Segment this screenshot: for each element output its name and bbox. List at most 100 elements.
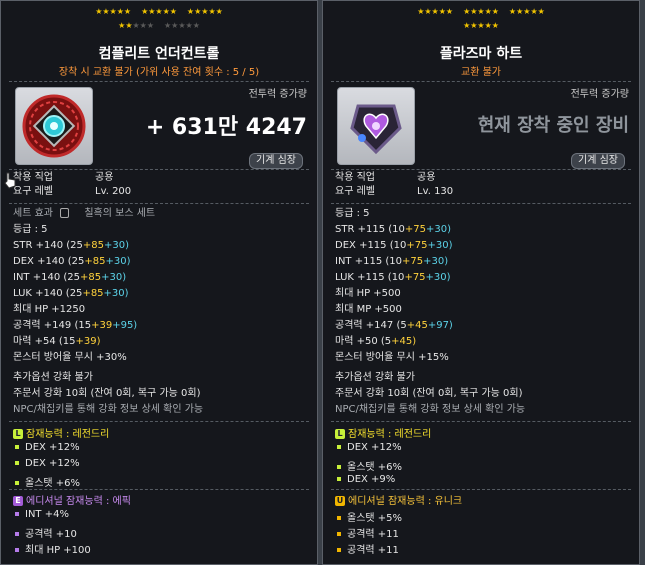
star-icon: ★: [438, 7, 446, 16]
additional-line: 공격력 +11: [337, 541, 399, 556]
ignore-defense-row: 몬스터 방어율 무시 +30%: [13, 352, 127, 363]
star-icon: ★: [162, 7, 170, 16]
star-icon: ★: [185, 21, 193, 30]
unique-badge-icon: U: [335, 496, 345, 506]
potential-title: L 잠재능력 : 레전드리: [13, 425, 109, 440]
item-icon: [15, 87, 93, 165]
level-label: 요구 레벨: [13, 186, 53, 197]
trade-restriction: 교환 불가: [461, 67, 501, 78]
star-icon: ★: [109, 7, 117, 16]
star-icon: ★: [431, 7, 439, 16]
star-icon: ★: [116, 7, 124, 16]
divider: [9, 81, 309, 82]
star-icon: ★: [477, 21, 485, 30]
additional-line: 공격력 +10: [15, 525, 77, 540]
grade-row: 등급 : 5: [335, 208, 370, 219]
star-icon: ★: [132, 21, 140, 30]
star-icon: ★: [530, 7, 538, 16]
ignore-defense-row: 몬스터 방어율 무시 +15%: [335, 352, 449, 363]
additional-potential-title: E 에디셔널 잠재능력 : 에픽: [13, 492, 131, 507]
star-icon: ★: [102, 7, 110, 16]
additional-line: 올스탯 +5%: [337, 509, 402, 524]
divider: [9, 169, 309, 170]
extra-option-row: 추가옵션 강화 불가: [335, 372, 415, 383]
additional-line: 공격력 +11: [337, 525, 399, 540]
divider: [9, 203, 309, 204]
magic-row: 마력 +50 (5+45): [335, 336, 417, 347]
level-row: 요구 레벨 Lv. 130: [335, 186, 454, 197]
star-icon: ★: [491, 21, 499, 30]
grade-row: 등급 : 5: [13, 224, 48, 235]
mechanical-heart-badge: 기계 심장: [571, 153, 625, 169]
potential-line: DEX +9%: [337, 474, 395, 485]
potential-line: DEX +12%: [15, 442, 80, 453]
star-icon: ★: [215, 7, 223, 16]
extra-option-row: 추가옵션 강화 불가: [13, 372, 93, 383]
additional-line: 최대 HP +100: [15, 541, 91, 556]
maxmp-row: 최대 MP +500: [335, 304, 402, 315]
star-icon: ★: [192, 21, 200, 30]
star-icon: ★: [155, 7, 163, 16]
star-force-stars: ★★★★★ ★★★★★ ★★★★★ ★★★★★ ★★★★★: [1, 7, 317, 31]
potential-line: DEX +12%: [337, 442, 402, 453]
star-icon: ★: [139, 21, 147, 30]
additional-potential-title: U 에디셔널 잠재능력 : 유니크: [335, 496, 463, 507]
divider: [331, 203, 631, 204]
stat-row-int: INT +115 (10+75+30): [335, 256, 449, 267]
npc-hint-row: NPC/채집키를 통해 강화 정보 상세 확인 가능: [13, 404, 204, 415]
potential-line: 올스탯 +6%: [15, 474, 80, 489]
star-icon: ★: [208, 7, 216, 16]
stat-row-str: STR +140 (25+85+30): [13, 240, 130, 251]
maxhp-row: 최대 HP +500: [335, 288, 401, 299]
job-label: 착용 직업: [13, 172, 53, 183]
hand-cursor-icon: [4, 172, 16, 189]
level-value: Lv. 200: [95, 186, 132, 197]
star-icon: ★: [169, 7, 177, 16]
lock-icon: [60, 208, 70, 218]
job-row: 착용 직업 공용: [335, 172, 436, 183]
attack-row: 공격력 +149 (15+39+95): [13, 320, 138, 331]
set-effect-label: 세트 효과: [13, 208, 53, 219]
stat-row-int: INT +140 (25+85+30): [13, 272, 127, 283]
divider: [9, 421, 309, 422]
mechanical-heart-badge: 기계 심장: [249, 153, 303, 169]
star-icon: ★: [537, 7, 545, 16]
divider: [331, 169, 631, 170]
stat-row-luk: LUK +140 (25+85+30): [13, 288, 129, 299]
stat-row-dex: DEX +140 (25+85+30): [13, 256, 131, 267]
legendary-badge-icon: L: [335, 429, 345, 439]
item-name: 컴플리트 언더컨트롤: [98, 46, 220, 62]
item-tooltip-left: ★★★★★ ★★★★★ ★★★★★ ★★★★★ ★★★★★ 컴플리트 언더컨트롤 장착…: [0, 0, 318, 565]
maxhp-row: 최대 HP +1250: [13, 304, 86, 315]
additional-line: INT +4%: [15, 509, 69, 520]
star-icon: ★: [123, 7, 132, 16]
background-edge: [640, 0, 645, 565]
potential-line: DEX +12%: [15, 458, 80, 469]
set-effect-value: 칠흑의 보스 세트: [84, 208, 156, 219]
scroll-row: 주문서 강화 10회 (잔여 0회, 복구 가능 0회): [13, 388, 201, 399]
star-icon: ★: [484, 21, 492, 30]
stat-row-luk: LUK +115 (10+75+30): [335, 272, 451, 283]
set-effect-row: 세트 효과 칠흑의 보스 세트: [13, 207, 155, 220]
currently-equipped-text: 현재 장착 중인 장비: [477, 115, 629, 136]
star-force-stars: ★★★★★ ★★★★★ ★★★★★ ★★★★★: [323, 7, 639, 31]
item-icon: [337, 87, 415, 165]
item-tooltip-right: ★★★★★ ★★★★★ ★★★★★ ★★★★★ 플라즈마 하트 교환 불가 전투력 …: [322, 0, 640, 565]
item-name: 플라즈마 하트: [439, 46, 523, 62]
job-row: 착용 직업 공용: [13, 171, 113, 184]
magic-row: 마력 +54 (15+39): [13, 336, 101, 347]
trade-restriction: 장착 시 교환 불가 (가위 사용 잔여 횟수 : 5 / 5): [58, 67, 260, 78]
power-increase-label: 전투력 증가량: [570, 89, 629, 100]
star-icon: ★: [491, 7, 499, 16]
stat-row-dex: DEX +115 (10+75+30): [335, 240, 453, 251]
job-value: 공용: [95, 172, 114, 183]
level-row: 요구 레벨 Lv. 200: [13, 185, 131, 198]
divider: [331, 81, 631, 82]
star-icon: ★: [445, 7, 454, 16]
stat-row-str: STR +115 (10+75+30): [335, 224, 452, 235]
star-icon: ★: [424, 7, 432, 16]
divider: [331, 421, 631, 422]
star-icon: ★: [477, 7, 485, 16]
scroll-row: 주문서 강화 10회 (잔여 0회, 복구 가능 0회): [335, 388, 523, 399]
potential-line: 올스탯 +6%: [337, 458, 402, 473]
